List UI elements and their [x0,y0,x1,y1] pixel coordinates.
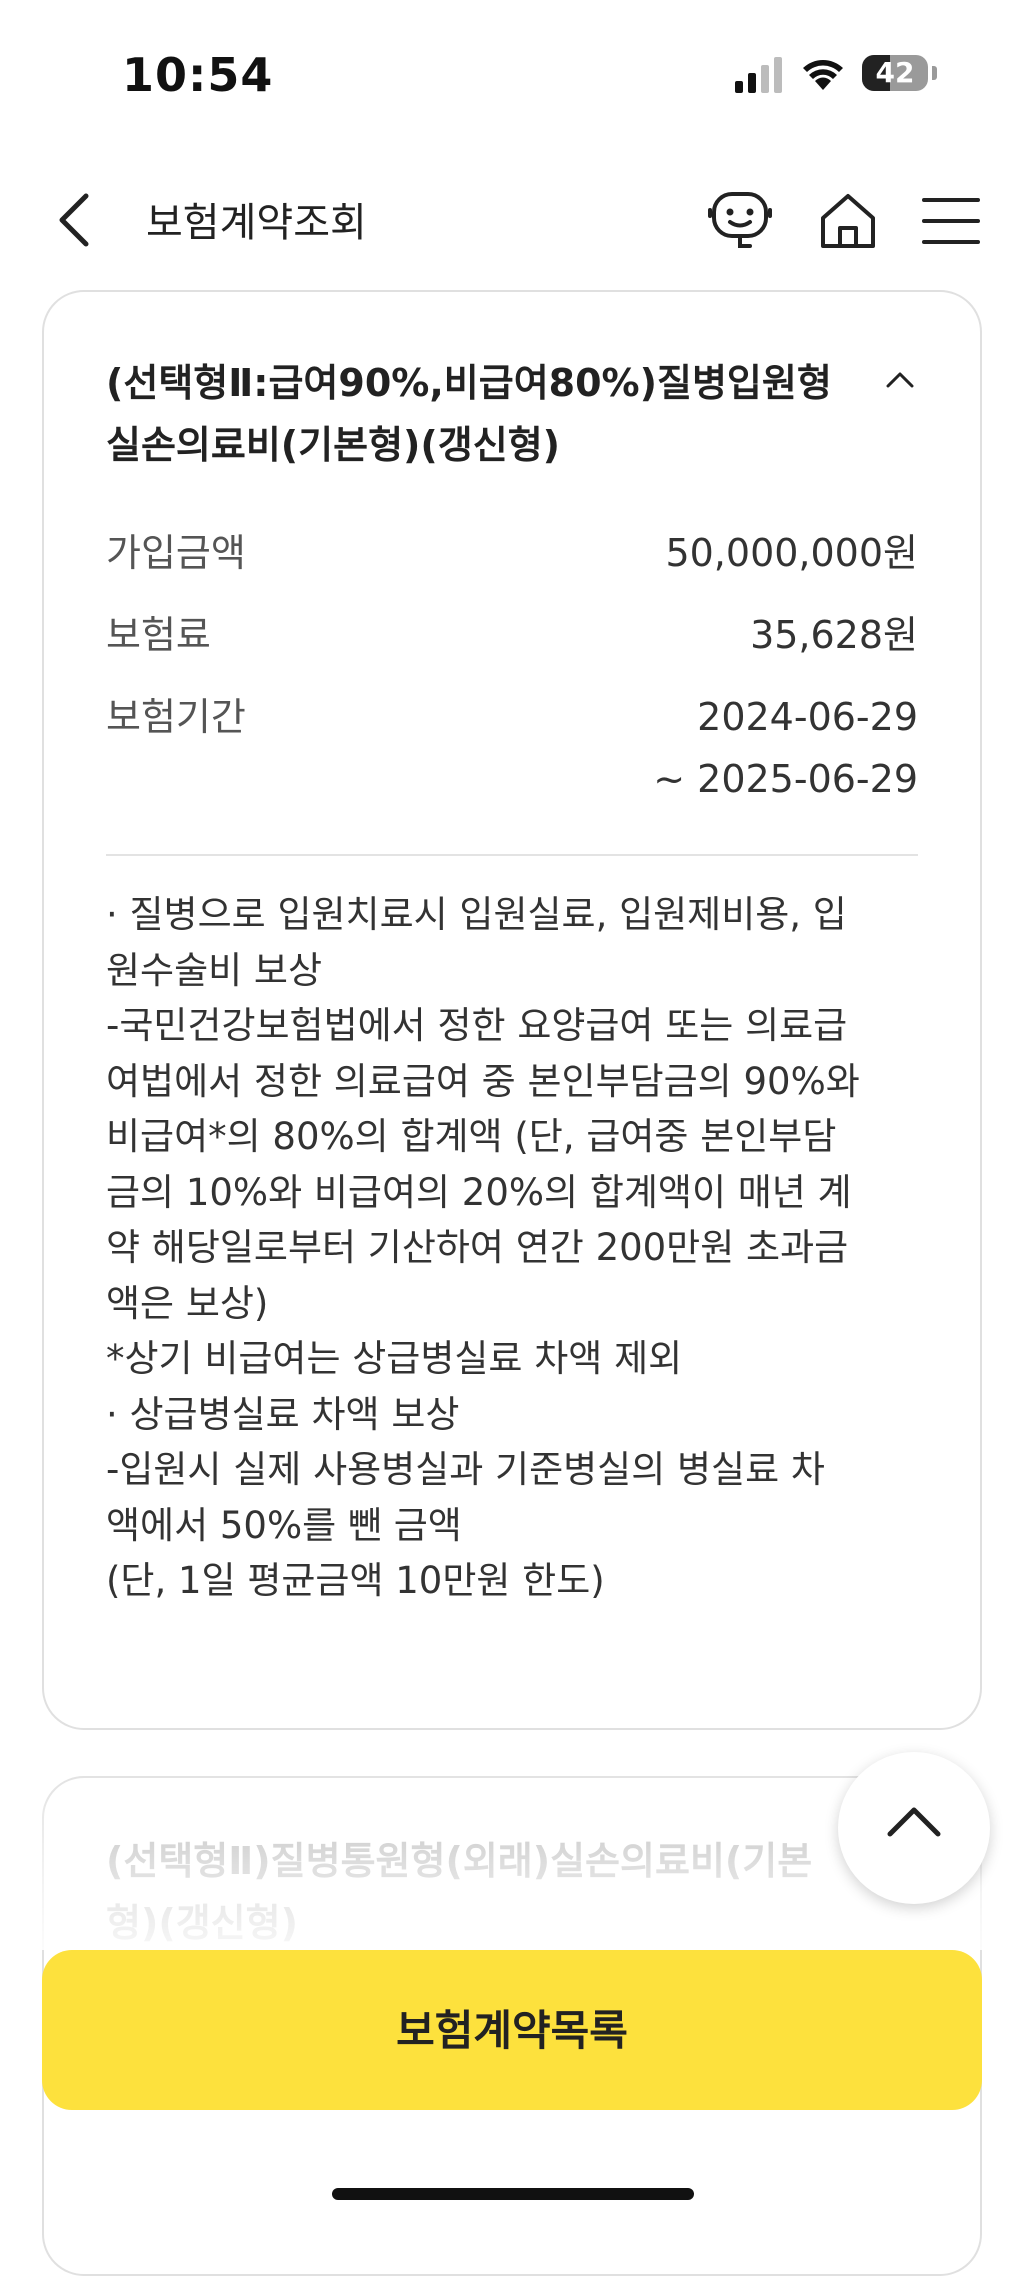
chevron-up-icon[interactable] [882,362,918,398]
battery-icon: 42 [862,55,928,91]
signal-icon [735,57,782,93]
coverage-2-title-line1: (선택형Ⅱ)질병통원형(외래)실손의료비(기본 [106,1839,813,1883]
period-start: 2024-06-29 [697,695,918,739]
info-value: 35,628원 [750,613,918,657]
coverage-2-title[interactable]: (선택형Ⅱ)질병통원형(외래)실손의료비(기본 형)(갱신형) [106,1830,896,1954]
menu-icon[interactable] [922,196,980,246]
coverage-title[interactable]: (선택형Ⅱ:급여90%,비급여80%)질병입원형 실손의료비(기본형)(갱신형) [106,352,886,476]
description-line: -입원시 실제 사용병실과 기준병실의 병실료 차 [106,1448,825,1491]
coverage-description: · 질병으로 입원치료시 입원실료, 입원제비용, 입 원수술비 보상 -국민건… [106,887,926,1657]
description-line: *상기 비급여는 상급병실료 차액 제외 [106,1337,683,1380]
coverage-title-line1: (선택형Ⅱ:급여90%,비급여80%)질병입원형 [106,361,832,405]
description-line: -국민건강보험법에서 정한 요양급여 또는 의료급 [106,1004,848,1047]
info-label: 보험료 [106,613,211,657]
chatbot-icon[interactable] [706,186,774,254]
scroll-to-top-button[interactable] [838,1752,990,1904]
info-row-amount: 가입금액 50,000,000원 [106,522,918,584]
wifi-icon [803,60,843,90]
coverage-2-title-line2: 형)(갱신형) [106,1901,298,1945]
coverage-title-line2: 실손의료비(기본형)(갱신형) [106,423,561,467]
description-line: 약 해당일로부터 기산하여 연간 200만원 초과금 [106,1226,849,1269]
description-line: 액에서 50%를 뺀 금액 [106,1503,462,1547]
divider [106,854,918,856]
coverage-card: (선택형Ⅱ:급여90%,비급여80%)질병입원형 실손의료비(기본형)(갱신형)… [42,290,982,1730]
back-icon[interactable] [50,190,100,250]
description-line: 액은 보상) [106,1281,269,1325]
header: 보험계약조회 [0,168,1025,268]
home-indicator [332,2188,694,2200]
description-line: · 상급병실료 차액 보상 [106,1392,460,1436]
info-value: 50,000,000원 [665,531,918,575]
description-line: (단, 1일 평균금액 10만원 한도) [106,1559,605,1602]
home-icon[interactable] [817,190,879,252]
info-value: 2024-06-29 ~ 2025-06-29 [653,686,918,810]
description-line: 금의 10%와 비급여의 20%의 합계액이 매년 계 [106,1170,852,1214]
description-line: 비급여*의 80%의 합계액 (단, 급여중 본인부담 [106,1115,837,1158]
contract-list-button[interactable]: 보험계약목록 [42,1950,982,2110]
arrow-up-icon [887,1807,941,1837]
battery-tip [932,66,937,80]
status-bar: 10:54 42 [0,0,1025,150]
info-row-premium: 보험료 35,628원 [106,604,918,666]
info-label: 보험기간 [106,695,246,739]
status-time: 10:54 [122,48,274,102]
description-line: 원수술비 보상 [106,948,323,992]
period-end: ~ 2025-06-29 [653,757,918,801]
info-label: 가입금액 [106,531,246,575]
info-row-period: 보험기간 2024-06-29 ~ 2025-06-29 [106,686,918,810]
battery-level: 42 [875,56,915,89]
description-line: · 질병으로 입원치료시 입원실료, 입원제비용, 입 [106,893,847,936]
description-line: 여법에서 정한 의료급여 중 본인부담금의 90%와 [106,1059,860,1103]
page-title: 보험계약조회 [146,200,367,246]
